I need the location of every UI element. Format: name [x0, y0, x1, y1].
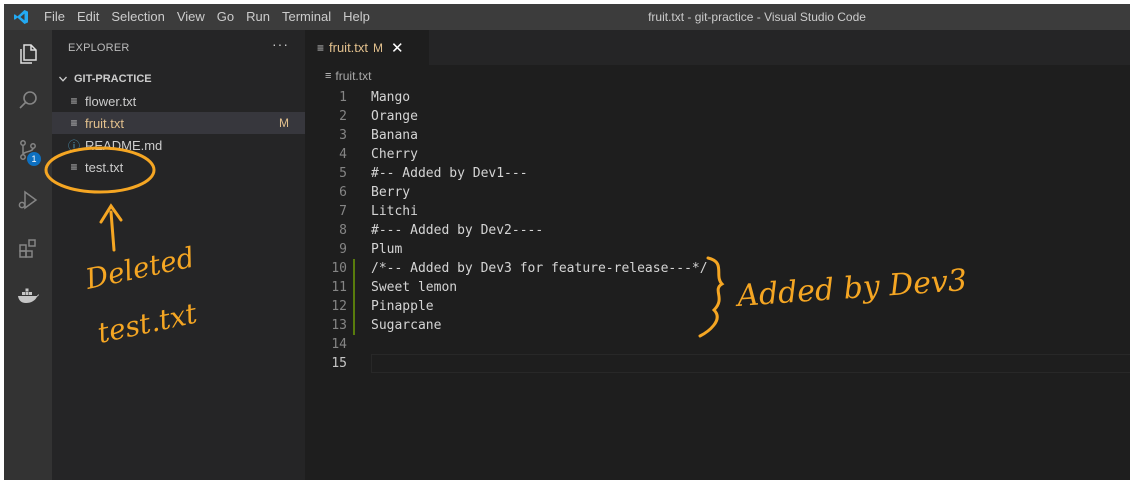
- info-icon: ⓘ: [68, 138, 81, 153]
- file-item-test-txt[interactable]: ≡ test.txt: [52, 156, 305, 178]
- line-text: #-- Added by Dev1---: [371, 166, 528, 181]
- line-number: 11: [331, 280, 347, 295]
- vscode-logo-icon: [4, 4, 38, 30]
- file-label: test.txt: [85, 159, 124, 175]
- line-text: Plum: [371, 242, 403, 257]
- file-label: flower.txt: [85, 93, 137, 109]
- tab-fruit-txt[interactable]: ≡ fruit.txt M ✕: [305, 30, 429, 65]
- line-number: 7: [339, 204, 347, 219]
- lines-icon: ≡: [70, 94, 78, 108]
- code-line[interactable]: 1 Mango: [305, 88, 1130, 107]
- code-line[interactable]: 8 #--- Added by Dev2----: [305, 221, 1130, 240]
- code-line[interactable]: 11 Sweet lemon: [305, 278, 1130, 297]
- added-line-gutter: [353, 316, 355, 335]
- line-text: Cherry: [371, 147, 418, 162]
- code-line[interactable]: 4 Cherry: [305, 145, 1130, 164]
- folder-label: GIT-PRACTICE: [74, 73, 152, 85]
- git-status-badge: M: [279, 116, 289, 130]
- lines-icon: ≡: [70, 160, 78, 174]
- added-line-gutter: [353, 297, 355, 316]
- title-bar: File Edit Selection View Go Run Terminal Help f…: [4, 4, 1130, 30]
- file-item-fruit-txt[interactable]: ≡ fruit.txt M: [52, 112, 305, 134]
- line-text: Sugarcane: [371, 318, 442, 333]
- extensions-icon[interactable]: [4, 226, 52, 270]
- line-text: #--- Added by Dev2----: [371, 223, 544, 238]
- breadcrumb-file: fruit.txt: [335, 69, 372, 83]
- file-item-readme-md[interactable]: ⓘ README.md: [52, 134, 305, 156]
- line-number: 2: [339, 109, 347, 124]
- menu-help[interactable]: Help: [337, 4, 376, 30]
- scm-badge: 1: [27, 152, 41, 166]
- vscode-window: File Edit Selection View Go Run Terminal Help f…: [0, 0, 1130, 480]
- source-control-icon[interactable]: 1: [4, 128, 52, 172]
- line-text: Litchi: [371, 204, 418, 219]
- breadcrumb[interactable]: ≡ fruit.txt: [325, 69, 371, 83]
- code-line[interactable]: 5 #-- Added by Dev1---: [305, 164, 1130, 183]
- tab-bar: ≡ fruit.txt M ✕: [305, 30, 1130, 65]
- line-text: Sweet lemon: [371, 280, 458, 295]
- line-text: Orange: [371, 109, 418, 124]
- menu-bar: File Edit Selection View Go Run Terminal Help: [38, 4, 376, 30]
- line-number: 10: [331, 261, 347, 276]
- line-text: /*-- Added by Dev3 for feature-release--…: [371, 261, 708, 276]
- line-number: 6: [339, 185, 347, 200]
- file-label: fruit.txt: [85, 115, 125, 131]
- menu-run[interactable]: Run: [240, 4, 276, 30]
- code-line[interactable]: 9 Plum: [305, 240, 1130, 259]
- added-line-gutter: [353, 278, 355, 297]
- line-number: 8: [339, 223, 347, 238]
- search-icon[interactable]: [4, 78, 52, 122]
- line-text: Mango: [371, 90, 411, 105]
- code-line[interactable]: 12 Pinapple: [305, 297, 1130, 316]
- line-text: Pinapple: [371, 299, 434, 314]
- file-item-flower-txt[interactable]: ≡ flower.txt: [52, 90, 305, 112]
- menu-view[interactable]: View: [171, 4, 211, 30]
- line-number: 14: [331, 337, 347, 352]
- chevron-down-icon: [58, 74, 70, 84]
- line-number: 1: [339, 90, 347, 105]
- code-line[interactable]: 15: [305, 354, 1130, 373]
- line-number: 12: [331, 299, 347, 314]
- menu-terminal[interactable]: Terminal: [276, 4, 337, 30]
- line-text: Banana: [371, 128, 418, 143]
- editor-area: ≡ fruit.txt M ✕ ≡ fruit.txt 1 Mango 2 Orang…: [305, 30, 1130, 480]
- file-label: README.md: [85, 137, 163, 153]
- menu-selection[interactable]: Selection: [105, 4, 170, 30]
- line-text: Berry: [371, 185, 411, 200]
- folder-git-practice[interactable]: GIT-PRACTICE: [52, 68, 305, 90]
- line-number: 3: [339, 128, 347, 143]
- menu-file[interactable]: File: [38, 4, 71, 30]
- code-line[interactable]: 3 Banana: [305, 126, 1130, 145]
- close-icon[interactable]: ✕: [391, 39, 404, 57]
- menu-edit[interactable]: Edit: [71, 4, 105, 30]
- lines-icon: ≡: [70, 116, 78, 130]
- activity-bar: 1: [4, 30, 52, 480]
- explorer-sidebar: EXPLORER ··· GIT-PRACTICE ≡ flower.txt ≡ fr…: [52, 30, 305, 480]
- run-debug-icon[interactable]: [4, 178, 52, 222]
- line-number: 4: [339, 147, 347, 162]
- code-line[interactable]: 14: [305, 335, 1130, 354]
- lines-icon: ≡: [317, 40, 325, 55]
- modified-indicator: M: [373, 40, 384, 55]
- current-line-highlight: [371, 354, 1130, 373]
- code-line[interactable]: 6 Berry: [305, 183, 1130, 202]
- line-number: 13: [331, 318, 347, 333]
- explorer-title: EXPLORER: [68, 42, 130, 54]
- files-icon[interactable]: [4, 32, 52, 76]
- code-line[interactable]: 2 Orange: [305, 107, 1130, 126]
- more-actions-button[interactable]: ···: [272, 36, 289, 52]
- line-number: 15: [331, 356, 347, 371]
- docker-icon[interactable]: [4, 274, 52, 318]
- menu-go[interactable]: Go: [211, 4, 240, 30]
- line-number: 9: [339, 242, 347, 257]
- line-number: 5: [339, 166, 347, 181]
- code-line[interactable]: 10 /*-- Added by Dev3 for feature-release…: [305, 259, 1130, 278]
- code-line[interactable]: 13 Sugarcane: [305, 316, 1130, 335]
- code-line[interactable]: 7 Litchi: [305, 202, 1130, 221]
- lines-icon: ≡: [325, 70, 332, 82]
- tab-label: fruit.txt: [329, 40, 369, 55]
- added-line-gutter: [353, 259, 355, 278]
